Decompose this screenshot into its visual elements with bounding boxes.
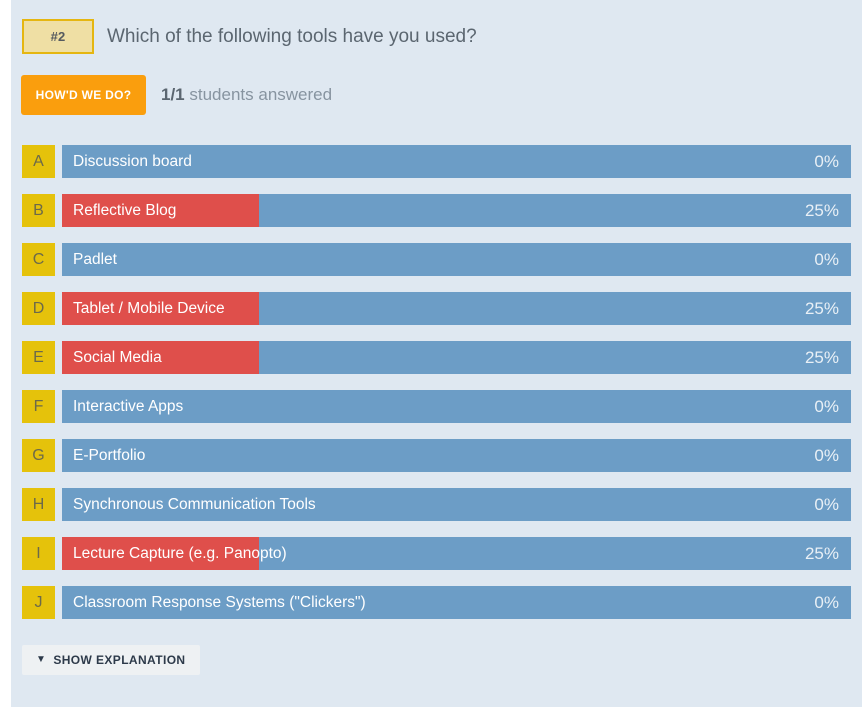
answer-percent: 25%: [804, 347, 839, 367]
answer-row[interactable]: H Synchronous Communication Tools 0%: [11, 478, 862, 527]
answer-bar-track: Synchronous Communication Tools 0%: [62, 488, 851, 521]
answer-percent: 25%: [804, 298, 839, 318]
answer-label: Padlet: [73, 250, 117, 268]
answer-row[interactable]: A Discussion board 0%: [11, 135, 862, 184]
answer-letter-box: A: [22, 145, 55, 178]
answer-letter-box: G: [22, 439, 55, 472]
answered-status: 1/1 students answered: [161, 82, 332, 108]
answer-bar-track: Padlet 0%: [62, 243, 851, 276]
answer-bar-track: Interactive Apps 0%: [62, 390, 851, 423]
answer-percent: 0%: [814, 592, 839, 612]
poll-result-card: #2 Which of the following tools have you…: [11, 0, 862, 707]
answer-bar-list: A Discussion board 0% B Reflective Blog 25% C P…: [11, 135, 862, 625]
answer-letter-box: E: [22, 341, 55, 374]
answer-row[interactable]: B Reflective Blog 25%: [11, 184, 862, 233]
answer-percent: 25%: [804, 200, 839, 220]
answer-row[interactable]: F Interactive Apps 0%: [11, 380, 862, 429]
answer-percent: 25%: [804, 543, 839, 563]
answered-label: students answered: [189, 85, 333, 104]
answered-count: 1/1: [161, 85, 185, 104]
answer-bar-track: Tablet / Mobile Device 25%: [62, 292, 851, 325]
answer-label: Social Media: [73, 348, 162, 366]
question-header: #2 Which of the following tools have you…: [11, 0, 862, 68]
answer-percent: 0%: [814, 249, 839, 269]
answer-letter-box: C: [22, 243, 55, 276]
answer-label: Lecture Capture (e.g. Panopto): [73, 544, 287, 562]
answer-letter-box: I: [22, 537, 55, 570]
howd-we-do-button[interactable]: HOW'D WE DO?: [21, 75, 146, 115]
page-title: Which of the following tools have you us…: [107, 26, 477, 47]
answer-label: Synchronous Communication Tools: [73, 495, 316, 513]
answer-bar-track: Discussion board 0%: [62, 145, 851, 178]
answer-letter-box: B: [22, 194, 55, 227]
answer-percent: 0%: [814, 445, 839, 465]
answer-row[interactable]: G E-Portfolio 0%: [11, 429, 862, 478]
answer-row[interactable]: D Tablet / Mobile Device 25%: [11, 282, 862, 331]
answer-letter-box: H: [22, 488, 55, 521]
answer-percent: 0%: [814, 151, 839, 171]
answer-row[interactable]: C Padlet 0%: [11, 233, 862, 282]
show-explanation-button[interactable]: ▼ SHOW EXPLANATION: [22, 645, 200, 675]
answer-label: Classroom Response Systems ("Clickers"): [73, 593, 366, 611]
answer-letter-box: J: [22, 586, 55, 619]
show-explanation-label: SHOW EXPLANATION: [53, 653, 186, 667]
question-number-badge: #2: [22, 19, 94, 54]
answer-bar-track: Lecture Capture (e.g. Panopto) 25%: [62, 537, 851, 570]
answer-label: Tablet / Mobile Device: [73, 299, 225, 317]
answer-letter-box: F: [22, 390, 55, 423]
chevron-down-icon: ▼: [36, 654, 47, 665]
answer-bar-track: Social Media 25%: [62, 341, 851, 374]
answer-bar-track: E-Portfolio 0%: [62, 439, 851, 472]
answer-label: Interactive Apps: [73, 397, 184, 415]
answer-percent: 0%: [814, 396, 839, 416]
answer-row[interactable]: E Social Media 25%: [11, 331, 862, 380]
answer-label: Reflective Blog: [73, 201, 177, 219]
answer-row[interactable]: I Lecture Capture (e.g. Panopto) 25%: [11, 527, 862, 576]
answer-label: Discussion board: [73, 152, 192, 170]
answer-bar-track: Classroom Response Systems ("Clickers") 0…: [62, 586, 851, 619]
answer-percent: 0%: [814, 494, 839, 514]
answer-row[interactable]: J Classroom Response Systems ("Clickers")…: [11, 576, 862, 625]
answer-letter-box: D: [22, 292, 55, 325]
answer-bar-track: Reflective Blog 25%: [62, 194, 851, 227]
answer-label: E-Portfolio: [73, 446, 146, 464]
